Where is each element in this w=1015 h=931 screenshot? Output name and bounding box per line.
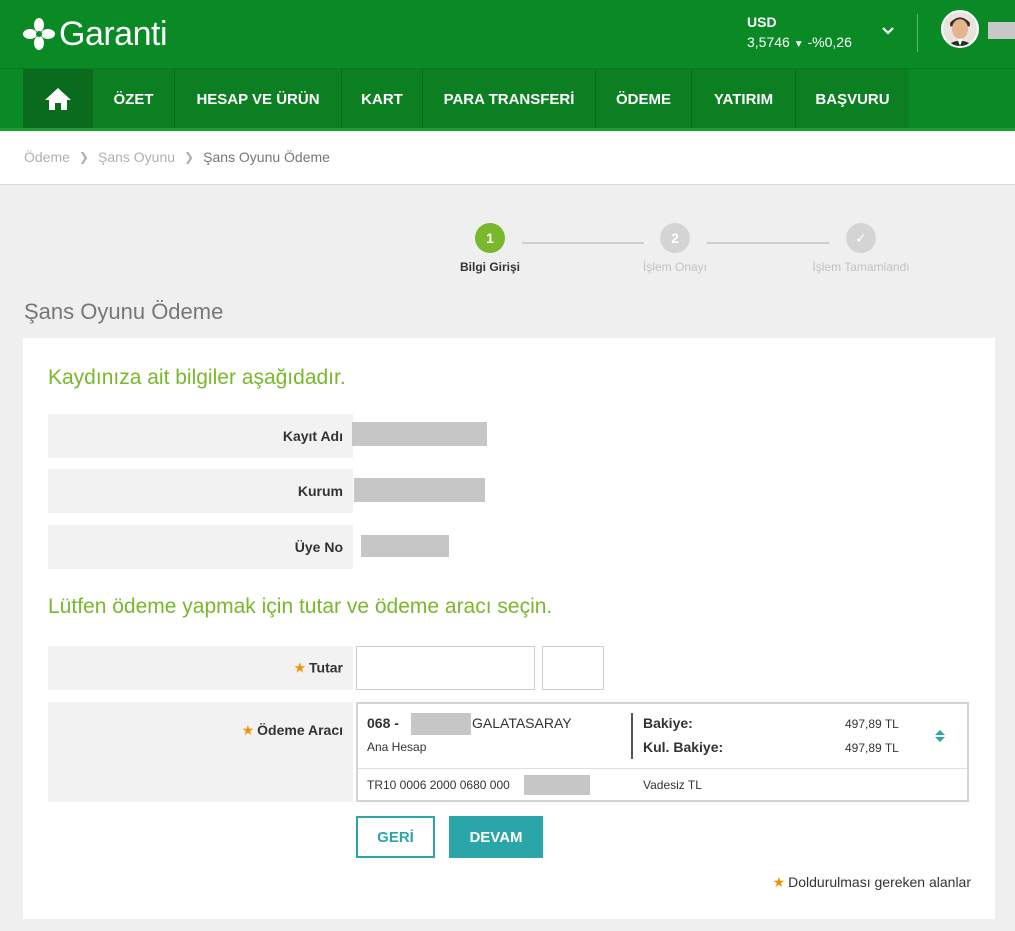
clover-logo-icon bbox=[23, 18, 55, 50]
nav-item-para-transferi[interactable]: PARA TRANSFERİ bbox=[423, 69, 596, 129]
account-currency-type: Vadesiz TL bbox=[643, 778, 702, 792]
payment-section-title: Lütfen ödeme yapmak için tutar ve ödeme … bbox=[48, 595, 553, 618]
nav-item-kart[interactable]: KART bbox=[342, 69, 423, 129]
main-nav: ÖZET HESAP VE ÜRÜN KART PARA TRANSFERİ Ö… bbox=[0, 68, 1015, 130]
account-type: Ana Hesap bbox=[367, 740, 427, 754]
form-card: Kaydınıza ait bilgiler aşağıdadır. Kayıt… bbox=[23, 338, 995, 919]
step-1-label: Bilgi Girişi bbox=[459, 260, 520, 274]
nav-home[interactable] bbox=[23, 69, 93, 129]
uye-no-label: Üye No bbox=[294, 539, 343, 555]
kayit-adi-value-redacted bbox=[352, 422, 487, 446]
info-section-title: Kaydınıza ait bilgiler aşağıdadır. bbox=[48, 366, 346, 389]
usable-balance-value: 497,89 TL bbox=[845, 741, 899, 755]
nav-item-ozet[interactable]: ÖZET bbox=[93, 69, 175, 129]
header-divider bbox=[917, 14, 918, 52]
odeme-araci-row: ★ Ödeme Aracı bbox=[48, 702, 353, 802]
breadcrumb-item-sans-oyunu[interactable]: Şans Oyunu bbox=[98, 149, 175, 165]
nav-item-yatirim[interactable]: YATIRIM bbox=[692, 69, 796, 129]
nav-item-hesap-ve-urun[interactable]: HESAP VE ÜRÜN bbox=[175, 69, 342, 129]
account-iban: TR10 0006 2000 0680 000 bbox=[367, 778, 510, 792]
chevron-right-icon: ❯ bbox=[78, 150, 89, 164]
currency-code: USD bbox=[747, 14, 777, 30]
breadcrumb-bar: Ödeme ❯ Şans Oyunu ❯ Şans Oyunu Ödeme bbox=[0, 131, 1015, 185]
account-divider bbox=[631, 713, 633, 759]
info-row-kurum: Kurum bbox=[48, 469, 353, 513]
select-arrows-icon[interactable] bbox=[934, 729, 946, 743]
amount-decimal-input[interactable] bbox=[542, 646, 604, 690]
tutar-label: ★ Tutar bbox=[293, 659, 343, 676]
chevron-right-icon: ❯ bbox=[184, 150, 195, 164]
chevron-down-icon[interactable] bbox=[880, 23, 896, 39]
balance-label: Bakiye: bbox=[643, 715, 693, 731]
uye-no-value-redacted bbox=[361, 535, 449, 557]
top-header: Garanti USD 3,5746 ▼ -%0,26 bbox=[0, 0, 1015, 68]
usable-balance-label: Kul. Bakiye: bbox=[643, 739, 724, 755]
back-button[interactable]: GERİ bbox=[356, 816, 435, 858]
home-icon bbox=[44, 88, 71, 110]
nav-item-odeme[interactable]: ÖDEME bbox=[596, 69, 692, 129]
required-fields-note: ★ Doldurulması gereken alanlar bbox=[772, 874, 971, 890]
nav-item-basvuru[interactable]: BAŞVURU bbox=[796, 69, 909, 129]
required-star-icon: ★ bbox=[293, 659, 307, 676]
step-connector bbox=[522, 242, 644, 244]
info-row-kayit-adi: Kayıt Adı bbox=[48, 414, 353, 458]
required-star-icon: ★ bbox=[241, 722, 255, 738]
breadcrumb-item-odeme[interactable]: Ödeme bbox=[24, 149, 70, 165]
page-title: Şans Oyunu Ödeme bbox=[24, 299, 224, 324]
currency-change: -%0,26 bbox=[807, 34, 852, 50]
step-connector bbox=[707, 242, 829, 244]
account-number-redacted bbox=[411, 713, 471, 735]
currency-widget[interactable]: USD 3,5746 ▼ -%0,26 bbox=[747, 12, 852, 55]
step-3-label: İşlem Tamamlandı bbox=[812, 260, 910, 274]
tutar-row: ★ Tutar bbox=[48, 646, 353, 690]
required-star-icon: ★ bbox=[772, 874, 786, 890]
check-icon: ✓ bbox=[846, 223, 876, 253]
down-triangle-icon: ▼ bbox=[793, 39, 804, 50]
amount-input[interactable] bbox=[356, 646, 535, 690]
breadcrumb-item-current: Şans Oyunu Ödeme bbox=[203, 149, 330, 165]
currency-rate: 3,5746 bbox=[747, 34, 790, 50]
step-2-label: İşlem Onayı bbox=[642, 260, 708, 274]
garanti-logo[interactable]: Garanti bbox=[22, 12, 168, 56]
odeme-araci-label: ★ Ödeme Aracı bbox=[241, 722, 343, 738]
kurum-label: Kurum bbox=[297, 483, 343, 499]
balance-value: 497,89 TL bbox=[845, 717, 899, 731]
iban-redacted bbox=[524, 775, 590, 795]
step-1-circle: 1 bbox=[475, 223, 505, 253]
breadcrumb: Ödeme ❯ Şans Oyunu ❯ Şans Oyunu Ödeme bbox=[24, 149, 330, 165]
username-redacted bbox=[988, 22, 1015, 39]
continue-button[interactable]: DEVAM bbox=[449, 816, 543, 858]
account-branch-name: GALATASARAY bbox=[472, 715, 572, 731]
step-indicator: 1 2 ✓ Bilgi Girişi İşlem Onayı İşlem Tam… bbox=[0, 220, 1015, 280]
step-2-circle: 2 bbox=[660, 223, 690, 253]
account-selector[interactable]: 068 - GALATASARAY Ana Hesap Bakiye: 497,… bbox=[356, 702, 969, 802]
info-row-uye-no: Üye No bbox=[48, 525, 353, 569]
account-branch: 068 - bbox=[367, 715, 399, 731]
kayit-adi-label: Kayıt Adı bbox=[282, 428, 343, 444]
avatar[interactable] bbox=[941, 10, 979, 48]
brand-name: Garanti bbox=[59, 14, 168, 53]
kurum-value-redacted bbox=[354, 478, 485, 502]
